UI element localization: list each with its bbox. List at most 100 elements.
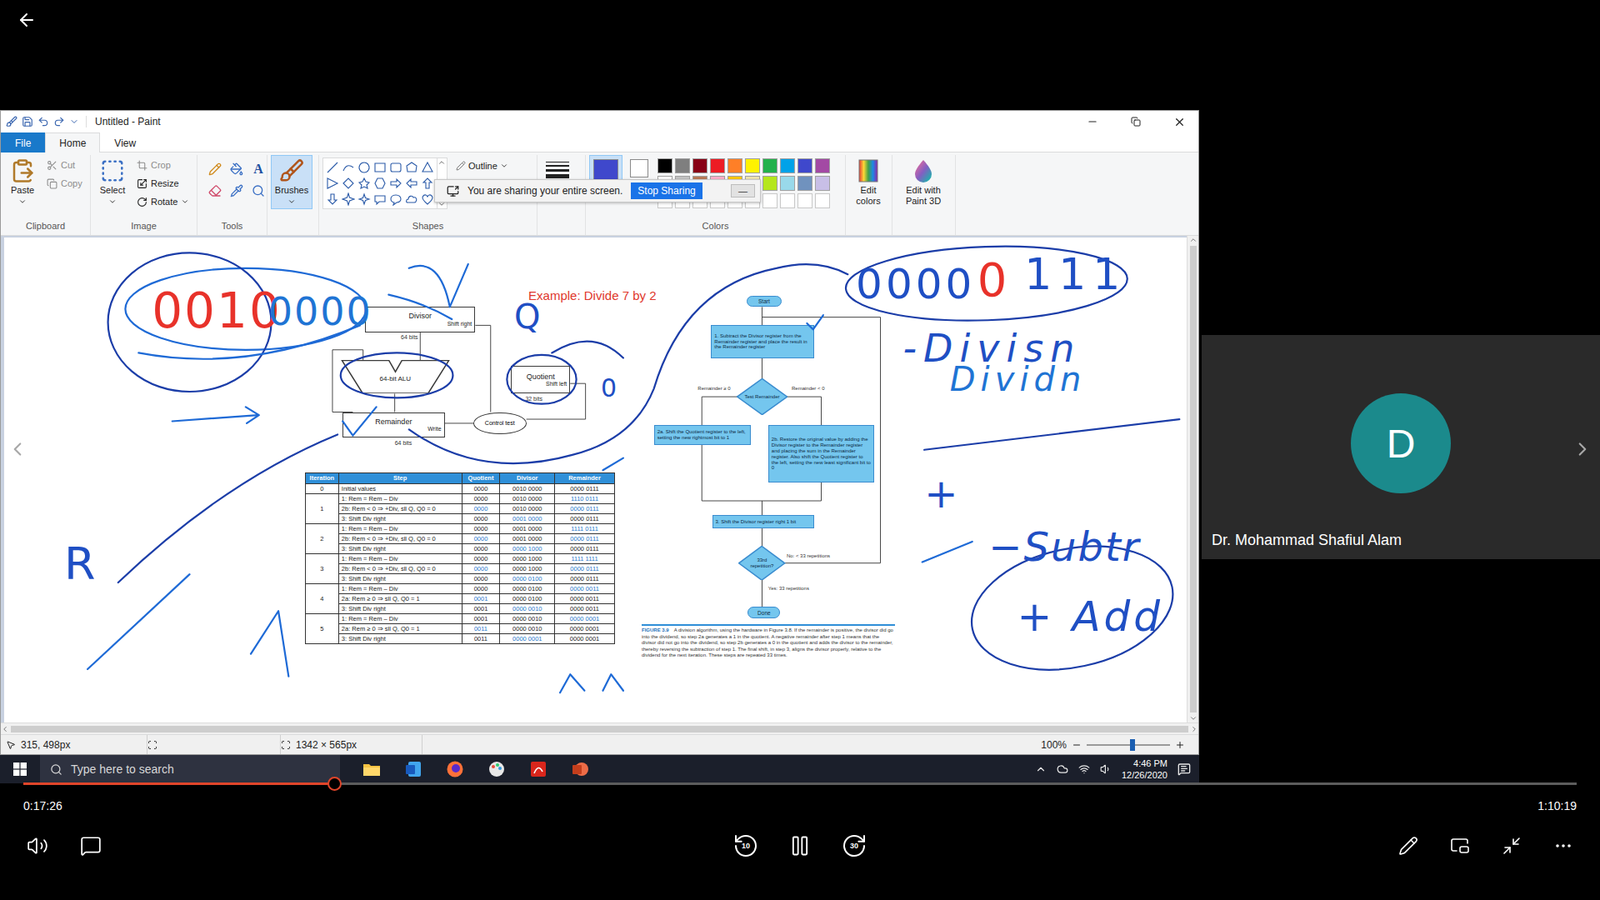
color-swatch[interactable] [692,158,708,174]
shape-button[interactable] [388,160,404,175]
exit-fullscreen-button[interactable] [1498,832,1525,860]
magnifier-tool[interactable] [249,181,268,200]
show-hidden-icon[interactable] [1035,763,1047,775]
close-button[interactable] [1160,110,1199,133]
shape-button[interactable] [340,160,356,175]
color-swatch[interactable] [745,158,760,174]
scroll-up-icon[interactable] [437,158,446,167]
shape-button[interactable] [325,191,340,207]
redo-icon[interactable] [53,115,65,128]
ribbon-tab[interactable]: File [0,132,45,153]
shape-button[interactable] [404,160,420,175]
pencil-tool[interactable] [205,160,225,179]
skip-back-button[interactable]: 10 [731,831,760,860]
restore-button[interactable] [1116,110,1155,133]
canvas[interactable]: Example: Divide 7 by 2DivisorShift right… [4,237,1187,723]
paste-button[interactable]: Paste [4,155,41,210]
paint3d-button[interactable]: Edit with Paint 3D [895,155,951,210]
table-row: 0Initial values00000010 00000000 0111 [305,483,615,494]
stop-sharing-button[interactable]: Stop Sharing [630,182,702,200]
picture-in-picture-button[interactable] [1446,832,1474,860]
outline-button[interactable]: Outline [450,157,514,175]
color-picker-tool[interactable] [227,181,246,200]
eraser-tool[interactable] [205,181,225,200]
zoom-out-icon[interactable] [1071,740,1082,750]
color-swatch[interactable] [780,175,795,191]
shape-button[interactable] [404,191,420,207]
back-arrow-icon [16,10,37,30]
select-button[interactable]: Select [94,155,131,210]
progress-thumb[interactable] [327,776,342,791]
cut-button[interactable]: Cut [44,156,85,174]
copy-button[interactable]: Copy [44,175,85,192]
shape-button[interactable] [340,175,356,191]
minimize-button[interactable] [1073,110,1112,133]
annotate-button[interactable] [1395,832,1422,860]
shape-button[interactable] [356,160,372,175]
zoom-slider[interactable] [1086,744,1170,746]
more-button[interactable] [1550,832,1577,860]
shape-button[interactable] [388,175,404,191]
shape-button[interactable] [325,160,340,175]
save-icon[interactable] [21,115,34,128]
ribbon-tab[interactable]: View [100,132,150,153]
resize-button[interactable]: Resize [134,175,192,192]
color-swatch[interactable] [762,158,778,174]
volume-button[interactable] [23,831,52,860]
rotate-button[interactable]: Rotate [134,193,192,210]
play-pause-button[interactable] [785,830,815,861]
shape-button[interactable] [356,191,372,207]
color-swatch[interactable] [675,158,690,174]
shape-button[interactable] [420,175,435,191]
back-button[interactable] [13,6,40,34]
color-swatch[interactable] [780,158,795,174]
crop-button[interactable]: Crop [134,156,192,174]
table-row: 21: Rem = Rem – Div00000001 00001111 011… [305,523,615,534]
taskbar-app[interactable] [481,755,512,784]
zoom-in-icon[interactable] [1175,740,1185,750]
edit-colors-button[interactable]: Edit colors [849,155,888,210]
step-cell: 2b: Rem < 0 ⇒ +Div, sll Q, Q0 = 0 [338,563,462,574]
taskbar-app[interactable] [398,755,429,784]
total-time: 1:10:19 [1537,799,1577,813]
taskbar-app[interactable] [356,755,387,784]
shape-button[interactable] [372,160,388,175]
brushes-button[interactable]: Brushes [270,155,313,210]
shape-button[interactable] [388,191,404,207]
shape-button[interactable] [325,175,340,191]
ribbon-tab[interactable]: Home [45,132,100,153]
previous-button[interactable] [5,436,30,462]
shape-button[interactable] [404,175,420,191]
color-swatch[interactable] [815,175,830,191]
skip-forward-button[interactable]: 30 [840,831,869,860]
taskbar-app[interactable] [565,755,595,784]
vertical-scrollbar[interactable] [1186,235,1199,723]
color-swatch[interactable] [710,158,725,174]
shape-button[interactable] [420,160,435,175]
notifications-icon[interactable] [1177,762,1191,776]
progress-bar[interactable] [23,782,1577,785]
shape-button[interactable] [372,191,388,207]
taskbar-app[interactable] [523,755,554,784]
undo-icon[interactable] [37,115,50,128]
shape-button[interactable] [356,175,372,191]
color-swatch[interactable] [797,175,813,191]
taskbar-app[interactable] [440,755,470,784]
shape-button[interactable] [340,191,356,207]
color-swatch[interactable] [815,158,830,174]
shape-button[interactable] [372,175,388,191]
color-swatch[interactable] [797,158,813,174]
horizontal-scrollbar[interactable] [0,722,1199,735]
taskbar-search[interactable]: Type here to search [40,755,340,784]
color-swatch[interactable] [657,158,673,174]
fill-tool[interactable] [227,160,246,179]
text-tool[interactable]: A [249,160,268,179]
minimize-bar-button[interactable]: — [730,184,755,198]
color-swatch[interactable] [762,175,778,191]
color-swatch[interactable] [727,158,743,174]
customize-icon[interactable] [69,116,80,127]
next-button[interactable] [1570,436,1595,462]
captions-button[interactable] [76,831,105,860]
start-button[interactable] [0,755,40,784]
shape-button[interactable] [420,191,435,207]
